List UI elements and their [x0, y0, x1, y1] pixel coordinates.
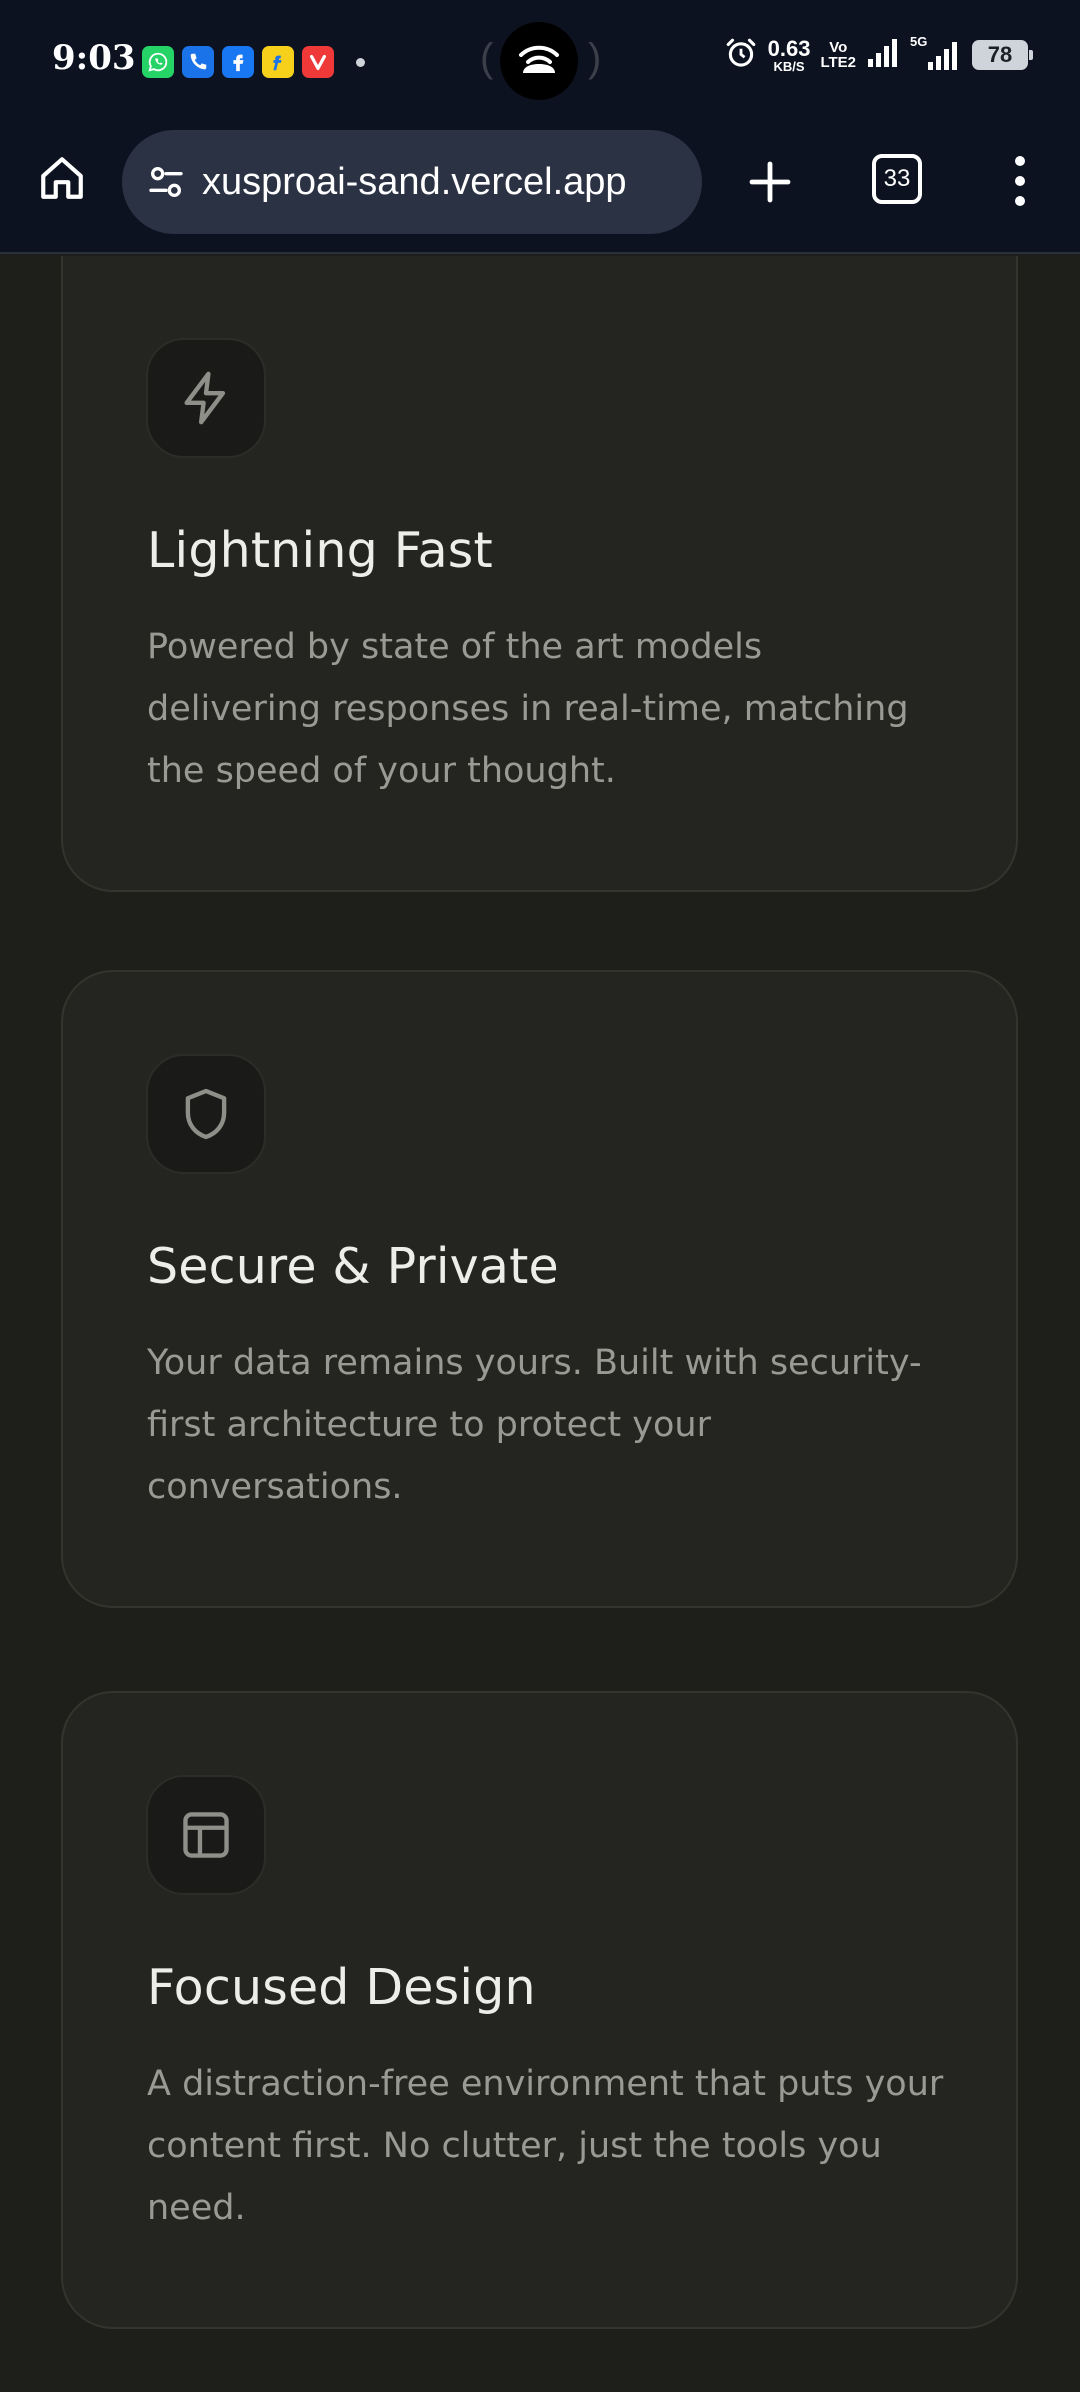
more-notifications-dot — [356, 57, 365, 67]
feature-description: Your data remains yours. Built with secu… — [147, 1343, 922, 1507]
site-settings-button[interactable] — [144, 160, 188, 204]
menu-dot — [1015, 156, 1025, 166]
feature-title: Secure & Private — [147, 1238, 559, 1295]
menu-dot — [1015, 176, 1025, 186]
hotspot-bracket-left: ( — [480, 36, 494, 80]
notification-icons — [142, 46, 365, 78]
battery-indicator: 78 — [972, 40, 1033, 70]
signal-icon-sim2-5g: 5G — [910, 34, 962, 72]
tab-switcher-button[interactable]: 33 — [872, 154, 922, 204]
hotspot-bracket-right: ) — [588, 36, 602, 80]
network-speed: 0.63 KB/S — [767, 35, 811, 74]
browser-menu-button[interactable] — [1000, 148, 1040, 214]
hotspot-indicator: ( ) — [480, 22, 602, 100]
network-speed-unit: KB/S — [773, 58, 805, 74]
address-bar[interactable]: xusproai-sand.vercel.app — [122, 130, 702, 234]
volte-top: Vo — [829, 39, 848, 56]
signal-icon-sim1 — [866, 37, 900, 73]
browser-toolbar: xusproai-sand.vercel.app 33 — [0, 124, 1080, 254]
url-text[interactable]: xusproai-sand.vercel.app — [202, 161, 682, 204]
status-bar: 9:03 ( ) 0.63 KB/S Vo LTE2 5G 78 — [0, 0, 1080, 124]
new-tab-button[interactable] — [740, 152, 800, 212]
plus-icon — [749, 161, 791, 203]
volte-bottom: LTE2 — [820, 54, 856, 71]
feature-card-secure: Secure & Private Your data remains yours… — [61, 970, 1018, 1608]
clock: 9:03 — [52, 38, 136, 78]
layout-icon — [146, 1775, 266, 1895]
home-icon — [41, 157, 83, 199]
feature-description: Powered by state of the art models deliv… — [147, 627, 909, 791]
feature-title: Lightning Fast — [147, 522, 493, 579]
lightning-icon — [146, 338, 266, 458]
shield-icon — [146, 1054, 266, 1174]
flipkart-icon — [262, 46, 294, 78]
phone-app-icon — [182, 46, 214, 78]
facebook-icon — [222, 46, 254, 78]
alarm-icon — [724, 36, 758, 74]
vivaldi-icon — [302, 46, 334, 78]
network-speed-value: 0.63 — [767, 35, 811, 61]
tune-icon — [149, 167, 183, 197]
hotspot-icon — [500, 22, 578, 100]
feature-description: A distraction-free environment that puts… — [147, 2064, 944, 2228]
feature-card-lightning: Lightning Fast Powered by state of the a… — [61, 256, 1018, 892]
feature-card-focused-design: Focused Design A distraction-free enviro… — [61, 1691, 1018, 2329]
menu-dot — [1015, 196, 1025, 206]
whatsapp-icon — [142, 46, 174, 78]
tab-count: 33 — [883, 165, 911, 192]
volte-indicator: Vo LTE2 — [820, 40, 856, 70]
system-status: 0.63 KB/S Vo LTE2 5G 78 — [724, 34, 1033, 74]
home-button[interactable] — [34, 150, 90, 206]
feature-title: Focused Design — [147, 1959, 536, 2016]
web-page-content[interactable]: Lightning Fast Powered by state of the a… — [0, 256, 1080, 2392]
